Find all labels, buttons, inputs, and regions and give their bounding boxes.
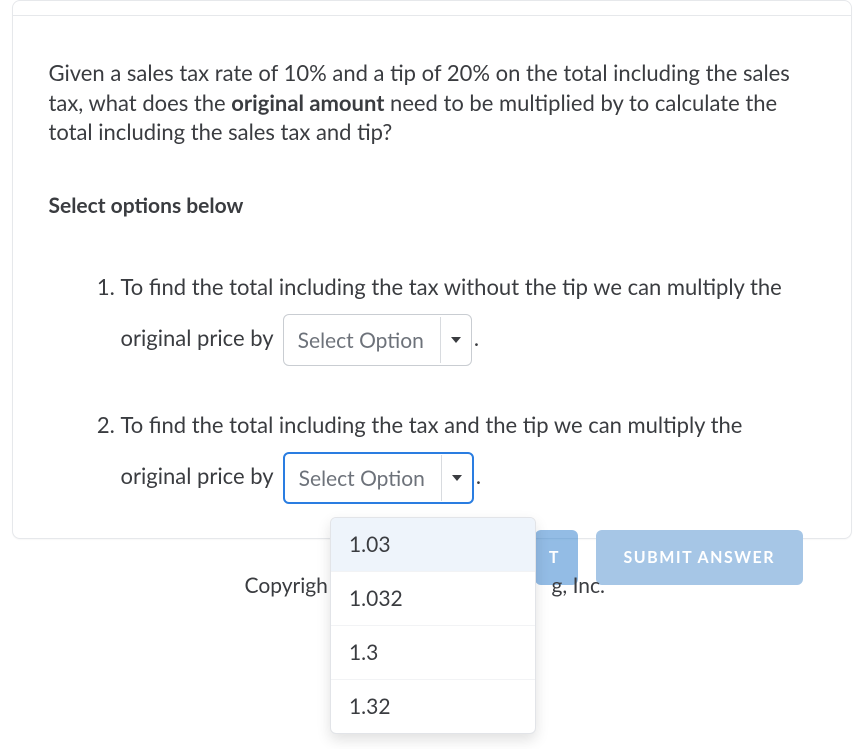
dropdown-option[interactable]: 1.032 (331, 571, 535, 625)
caret-down-icon (452, 475, 462, 481)
footer-text-right: g, Inc. (552, 573, 606, 598)
step-1-select[interactable]: Select Option (283, 314, 472, 366)
step-1: To find the total including the tax with… (121, 262, 815, 366)
footer-text-left: Copyrigh (245, 573, 328, 598)
step-1-period: . (474, 324, 479, 351)
select-caret-box (441, 314, 471, 366)
step-2-select-label: Select Option (285, 468, 441, 489)
step-2-dropdown-menu: 1.03 1.032 1.3 1.32 (330, 517, 536, 734)
prompt-rate-1: 10% (284, 59, 327, 86)
dropdown-option[interactable]: 1.32 (331, 679, 535, 733)
select-caret-box (442, 452, 472, 504)
select-options-instruction: Select options below (49, 193, 815, 218)
card-body: Given a sales tax rate of 10% and a tip … (13, 16, 851, 538)
dropdown-option[interactable]: 1.03 (331, 518, 535, 571)
step-2-period: . (476, 462, 481, 489)
dropdown-option[interactable]: 1.3 (331, 625, 535, 679)
card-header-strip (13, 1, 851, 16)
prompt-text: and a tip of (327, 59, 447, 86)
prompt-text: Given a sales tax rate of (49, 59, 284, 86)
steps-list: To find the total including the tax with… (95, 262, 815, 504)
step-2-select[interactable]: Select Option (283, 452, 474, 504)
step-1-select-label: Select Option (284, 330, 440, 351)
question-prompt: Given a sales tax rate of 10% and a tip … (49, 58, 815, 147)
question-card: Given a sales tax rate of 10% and a tip … (12, 0, 852, 539)
caret-down-icon (451, 337, 461, 343)
prompt-bold: original amount (231, 89, 384, 116)
step-2: To find the total including the tax and … (121, 400, 815, 504)
prompt-rate-2: 20% (447, 59, 490, 86)
